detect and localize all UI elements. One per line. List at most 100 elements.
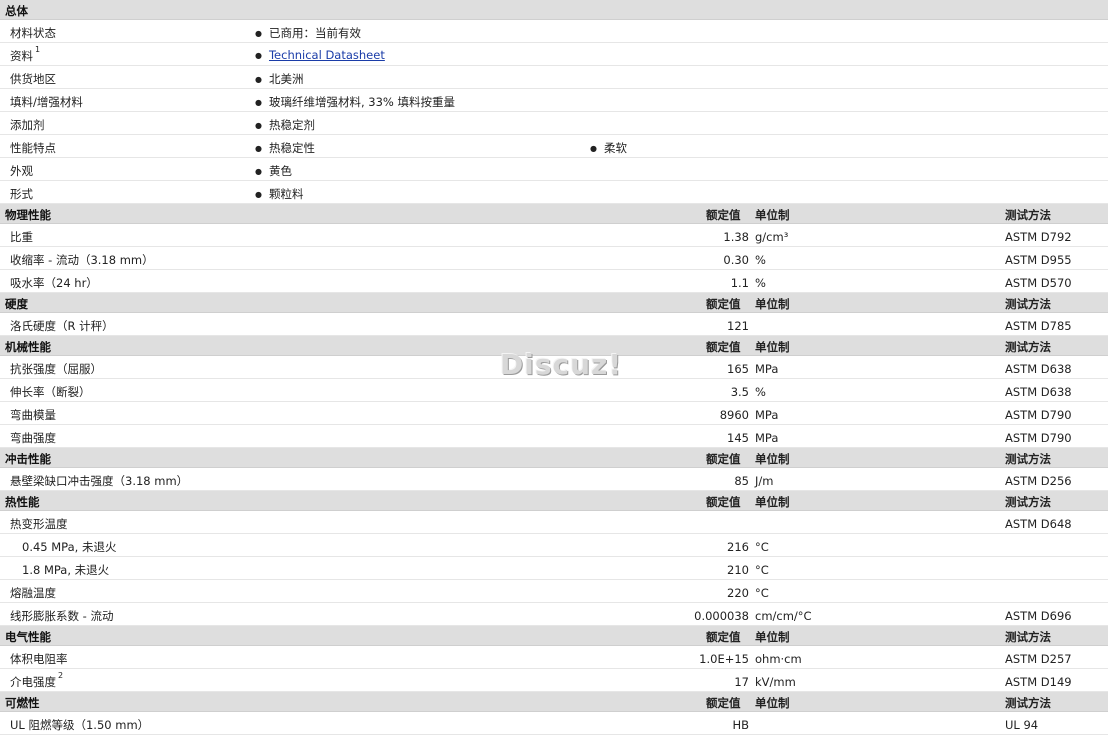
property-label-text: 吸水率（24 hr）: [10, 276, 98, 290]
general-row: 填料/增强材料 ● 玻璃纤维增强材料, 33% 填料按重量: [0, 89, 1108, 112]
property-label: 收缩率 - 流动（3.18 mm）: [10, 252, 154, 268]
row-label: 材料状态: [10, 25, 56, 41]
property-unit: g/cm³: [755, 230, 789, 244]
bullet-text: 热稳定性: [268, 141, 315, 155]
property-label: 洛氏硬度（R 计秤）: [10, 318, 114, 334]
row-label-text: 填料/增强材料: [10, 95, 83, 109]
header-nominal: 额定值: [706, 340, 741, 354]
property-row: 介电强度 2 17 kV/mm ASTM D149: [0, 669, 1108, 692]
test-method: ASTM D648: [1005, 517, 1072, 531]
property-label: 弯曲强度: [10, 430, 56, 446]
property-row: UL 阻燃等级（1.50 mm） HB UL 94: [0, 712, 1108, 735]
property-label: 熔融温度: [10, 585, 56, 601]
bullet-text: 已商用：当前有效: [268, 26, 361, 40]
property-label: 热变形温度: [10, 516, 68, 532]
bullet-icon: ●: [255, 29, 262, 38]
bullet-icon: ●: [255, 98, 262, 107]
header-unit: 单位制: [755, 340, 790, 354]
property-label: 比重: [10, 229, 33, 245]
property-value: 165: [727, 362, 749, 376]
section-header: 冲击性能 额定值 单位制 测试方法: [0, 448, 1108, 468]
bullet-text: 黄色: [268, 164, 292, 178]
row-label: 外观: [10, 163, 33, 179]
row-label-text: 性能特点: [10, 141, 56, 155]
datasheet-link[interactable]: Technical Datasheet: [269, 48, 385, 62]
property-label-text: 热变形温度: [10, 517, 68, 531]
row-label-text: 添加剂: [10, 118, 45, 132]
property-unit: °C: [755, 540, 769, 554]
watermark: Discuz!: [500, 348, 623, 381]
property-unit: MPa: [755, 362, 779, 376]
row-label: 资料 1: [10, 45, 40, 64]
property-label: 0.45 MPa, 未退火: [22, 539, 116, 555]
property-row: 0.45 MPa, 未退火 216 °C: [0, 534, 1108, 557]
row-label: 填料/增强材料: [10, 94, 83, 110]
property-unit: ohm·cm: [755, 652, 802, 666]
property-value: 1.1: [730, 276, 749, 290]
header-nominal: 额定值: [706, 630, 741, 644]
property-label: 线形膨胀系数 - 流动: [10, 608, 113, 624]
property-value: 121: [727, 319, 749, 333]
bullet-item: ● 热稳定剂: [255, 117, 315, 133]
property-value: 220: [727, 586, 749, 600]
property-row: 弯曲强度 145 MPa ASTM D790: [0, 425, 1108, 448]
header-method: 测试方法: [1005, 495, 1051, 509]
property-value: 85: [734, 474, 749, 488]
property-unit: MPa: [755, 431, 779, 445]
property-label: 抗张强度（屈服）: [10, 361, 102, 377]
property-label: 悬壁梁缺口冲击强度（3.18 mm）: [10, 473, 188, 489]
section-header: 热性能 额定值 单位制 测试方法: [0, 491, 1108, 511]
property-label-text: 介电强度: [10, 675, 56, 689]
test-method: ASTM D638: [1005, 362, 1072, 376]
bullet-item: ● 已商用：当前有效: [255, 25, 361, 41]
property-value: 216: [727, 540, 749, 554]
row-label-text: 供货地区: [10, 72, 56, 86]
property-row: 热变形温度 ASTM D648: [0, 511, 1108, 534]
property-row: 线形膨胀系数 - 流动 0.000038 cm/cm/°C ASTM D696: [0, 603, 1108, 626]
test-method: ASTM D638: [1005, 385, 1072, 399]
property-value: 0.000038: [694, 609, 749, 623]
test-method: ASTM D955: [1005, 253, 1072, 267]
header-method: 测试方法: [1005, 630, 1051, 644]
property-value: HB: [732, 718, 749, 732]
property-unit: °C: [755, 586, 769, 600]
bullet-item: ● 柔软: [590, 140, 627, 156]
row-label-text: 资料: [10, 49, 33, 63]
header-unit: 单位制: [755, 297, 790, 311]
bullet-item: ● 北美洲: [255, 71, 303, 87]
bullet-icon: ●: [255, 144, 262, 153]
test-method: ASTM D696: [1005, 609, 1072, 623]
property-unit: cm/cm/°C: [755, 609, 812, 623]
row-label: 形式: [10, 186, 33, 202]
bullet-text: 柔软: [603, 141, 627, 155]
header-method: 测试方法: [1005, 208, 1051, 222]
property-row: 1.8 MPa, 未退火 210 °C: [0, 557, 1108, 580]
property-value: 1.0E+15: [699, 652, 749, 666]
property-row: 悬壁梁缺口冲击强度（3.18 mm） 85 J/m ASTM D256: [0, 468, 1108, 491]
test-method: ASTM D256: [1005, 474, 1072, 488]
bullet-text: 热稳定剂: [268, 118, 315, 132]
bullet-icon: ●: [255, 167, 262, 176]
property-row: 吸水率（24 hr） 1.1% ASTM D570: [0, 270, 1108, 293]
section-header: 电气性能 额定值 单位制 测试方法: [0, 626, 1108, 646]
property-unit: kV/mm: [755, 675, 796, 689]
bullet-icon: ●: [590, 144, 597, 153]
bullet-item: ● 热稳定性: [255, 140, 315, 156]
property-label: 伸长率（断裂）: [10, 384, 91, 400]
property-label-text: 伸长率（断裂）: [10, 385, 91, 399]
bullet-text: 北美洲: [268, 72, 304, 86]
section-title: 总体: [5, 4, 28, 18]
property-value: 210: [727, 563, 749, 577]
section-title: 物理性能: [5, 208, 51, 222]
property-label: 体积电阻率: [10, 651, 68, 667]
general-row: 添加剂 ● 热稳定剂: [0, 112, 1108, 135]
header-nominal: 额定值: [706, 297, 741, 311]
property-label-text: 1.8 MPa, 未退火: [22, 563, 110, 577]
property-label-text: 熔融温度: [10, 586, 56, 600]
section-title: 热性能: [5, 495, 40, 509]
header-method: 测试方法: [1005, 452, 1051, 466]
header-nominal: 额定值: [706, 452, 741, 466]
bullet-text: 玻璃纤维增强材料, 33% 填料按重量: [268, 95, 456, 109]
property-unit: J/m: [755, 474, 774, 488]
row-label-text: 形式: [10, 187, 33, 201]
